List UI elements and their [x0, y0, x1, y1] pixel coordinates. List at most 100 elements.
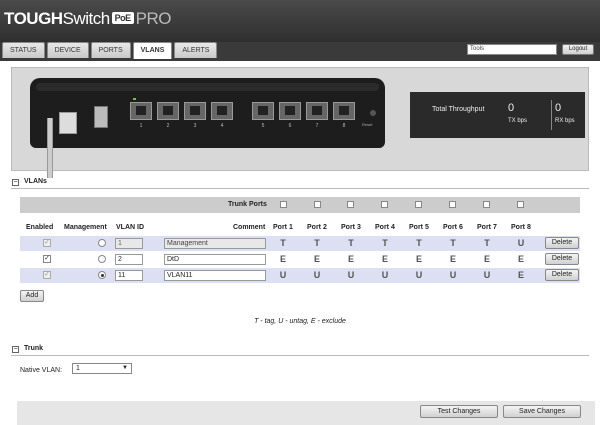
comment-input[interactable]: DtD [164, 254, 266, 265]
rx-value: 0 [555, 102, 562, 114]
trunk-ports-bar: Trunk Ports [20, 197, 580, 213]
port-4-icon [211, 102, 233, 120]
vlan-row: ✓ 1 Management T T T T T T T U Delete [20, 236, 580, 251]
tools-dropdown[interactable]: Tools [467, 44, 557, 55]
header: TOUGHSwitch PoE PRO [0, 0, 600, 42]
vlan-id-input[interactable]: 1 [115, 238, 143, 249]
throughput-panel: Total Throughput 0 TX bps 0 RX bps [410, 92, 585, 138]
trunk-checkbox-port-8[interactable] [517, 201, 524, 208]
management-radio[interactable] [98, 255, 106, 263]
membership-legend: T - tag, U - untag, E - exclude [254, 318, 346, 325]
port-8-membership[interactable]: E [514, 254, 528, 264]
port-6-icon [279, 102, 301, 120]
port-4-membership[interactable]: E [378, 254, 392, 264]
tab-alerts[interactable]: ALERTS [174, 42, 218, 58]
tx-unit: TX bps [508, 118, 528, 124]
port-7-membership[interactable]: T [480, 238, 494, 248]
port-number: 2 [166, 123, 170, 129]
test-changes-button[interactable]: Test Changes [420, 405, 498, 418]
enabled-checkbox[interactable]: ✓ [43, 271, 51, 279]
trunk-checkbox-port-3[interactable] [347, 201, 354, 208]
trunk-checkbox-port-7[interactable] [483, 201, 490, 208]
port-number: 5 [261, 123, 265, 129]
port-3-membership[interactable]: T [344, 238, 358, 248]
port-4-membership[interactable]: T [378, 238, 392, 248]
port-5-membership[interactable]: E [412, 254, 426, 264]
port-number: 4 [220, 123, 224, 129]
tab-status[interactable]: STATUS [2, 42, 45, 58]
management-radio[interactable] [98, 239, 106, 247]
logout-button[interactable]: Logout [562, 44, 594, 55]
collapse-icon[interactable]: − [12, 179, 19, 186]
port-5-icon [252, 102, 274, 120]
port-2-icon [157, 102, 179, 120]
link-led [133, 98, 136, 100]
port-7-membership[interactable]: E [480, 254, 494, 264]
tab-ports[interactable]: PORTS [90, 42, 131, 58]
delete-button[interactable]: Delete [545, 253, 579, 265]
comment-input[interactable]: VLAN11 [164, 270, 266, 281]
vlan-row: ✓ 11 VLAN11 U U U U U U U E Delete [20, 268, 580, 283]
column-port-3: Port 3 [341, 224, 361, 231]
delete-button[interactable]: Delete [545, 237, 579, 249]
trunk-ports-label: Trunk Ports [228, 201, 267, 208]
port-2-membership[interactable]: U [310, 270, 324, 280]
vlan-row: ✓ 2 DtD E E E E E E E E Delete [20, 252, 580, 267]
main-tabs: STATUS DEVICE PORTS VLANS ALERTS [2, 42, 218, 59]
port-6-membership[interactable]: E [446, 254, 460, 264]
column-port-8: Port 8 [511, 224, 531, 231]
native-vlan-value: 1 [76, 365, 80, 372]
port-6-membership[interactable]: U [446, 270, 460, 280]
port-8-membership[interactable]: U [514, 238, 528, 248]
port-5-membership[interactable]: U [412, 270, 426, 280]
comment-input[interactable]: Management [164, 238, 266, 249]
port-3-membership[interactable]: E [344, 254, 358, 264]
delete-button[interactable]: Delete [545, 269, 579, 281]
trunk-checkbox-port-2[interactable] [314, 201, 321, 208]
port-1-membership[interactable]: E [276, 254, 290, 264]
port-2-membership[interactable]: T [310, 238, 324, 248]
tab-device[interactable]: DEVICE [46, 42, 89, 58]
native-vlan-select[interactable]: 1 ▼ [72, 363, 132, 374]
trunk-checkbox-port-6[interactable] [449, 201, 456, 208]
vlan-id-input[interactable]: 2 [115, 254, 143, 265]
port-6-membership[interactable]: T [446, 238, 460, 248]
port-1-icon [130, 102, 152, 120]
tab-vlans[interactable]: VLANS [132, 42, 173, 59]
column-management: Management [64, 224, 107, 231]
port-number: 3 [193, 123, 197, 129]
tx-value: 0 [508, 102, 515, 114]
port-5-membership[interactable]: T [412, 238, 426, 248]
management-radio[interactable] [98, 271, 106, 279]
trunk-checkbox-port-4[interactable] [381, 201, 388, 208]
save-changes-button[interactable]: Save Changes [503, 405, 581, 418]
trunk-checkbox-port-5[interactable] [415, 201, 422, 208]
port-8-membership[interactable]: E [514, 270, 528, 280]
vlan-id-input[interactable]: 11 [115, 270, 143, 281]
port-3-membership[interactable]: U [344, 270, 358, 280]
throughput-label: Total Throughput [432, 106, 485, 113]
port-1-membership[interactable]: U [276, 270, 290, 280]
switch-device-image: 1 2 3 4 5 6 7 8 Reset [30, 78, 385, 148]
toughswitch-logo: TOUGHSwitch PoE PRO [4, 9, 172, 28]
add-vlan-button[interactable]: Add [20, 290, 44, 302]
divider [551, 100, 552, 130]
enabled-checkbox[interactable]: ✓ [43, 239, 51, 247]
port-7-membership[interactable]: U [480, 270, 494, 280]
port-number: 7 [315, 123, 319, 129]
trunk-checkbox-port-1[interactable] [280, 201, 287, 208]
vlans-section-header: − VLANs [11, 177, 589, 189]
usb-port-icon [94, 106, 108, 128]
port-4-membership[interactable]: U [378, 270, 392, 280]
column-port-1: Port 1 [273, 224, 293, 231]
main-content: 1 2 3 4 5 6 7 8 Reset Total Throughput 0… [0, 61, 600, 425]
port-2-membership[interactable]: E [310, 254, 324, 264]
reset-button-icon [370, 110, 376, 116]
collapse-icon[interactable]: − [12, 346, 19, 353]
trunk-section-header: − Trunk [11, 344, 589, 356]
reset-label: Reset [362, 122, 373, 127]
port-number: 6 [288, 123, 292, 129]
ethernet-cable-icon [47, 118, 53, 178]
enabled-checkbox[interactable]: ✓ [43, 255, 51, 263]
port-1-membership[interactable]: T [276, 238, 290, 248]
